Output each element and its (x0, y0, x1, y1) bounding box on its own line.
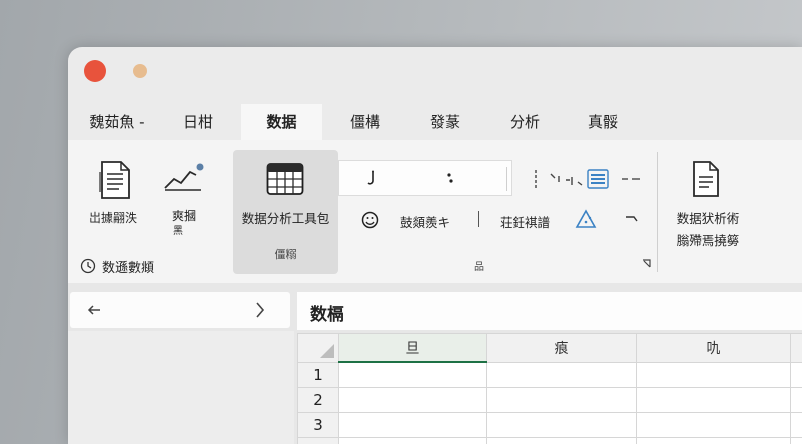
chart-button-label-2: 黑 (173, 226, 183, 237)
cell[interactable] (790, 437, 802, 444)
cell[interactable] (486, 387, 637, 413)
cell[interactable] (338, 387, 487, 413)
dots-glyph-icon (447, 173, 453, 183)
tab-more[interactable]: 真骽 (574, 104, 632, 140)
tab-home[interactable]: 魏茹魚 - (78, 104, 156, 140)
column-header-c[interactable]: 㕤 (636, 333, 791, 363)
cell[interactable] (338, 361, 487, 388)
group-label-left-text: 数遜數頫 (102, 261, 155, 276)
column-header-row: 旦 㾗 㕤 (297, 333, 802, 363)
line-chart-icon (164, 163, 204, 191)
tab-insert[interactable]: 日柑 (170, 104, 226, 140)
analysis-toolpak-button[interactable]: 数据分析工具包 僵糑 (233, 150, 338, 274)
cell[interactable] (636, 361, 791, 388)
ribbon-divider-small (478, 211, 479, 227)
tab-review[interactable]: 僵構 (337, 104, 393, 140)
row-header[interactable]: 2 (297, 387, 339, 413)
side-pane (68, 331, 294, 444)
cell[interactable] (636, 437, 791, 444)
tab-data[interactable]: 数据 (241, 104, 322, 140)
navigation-bar (70, 292, 290, 328)
analysis-report-label-2: 䐥殢焉撓簩 (676, 233, 740, 248)
dropdown-dashes-icon[interactable] (620, 172, 644, 186)
tab-view[interactable]: 發蒃 (416, 104, 474, 140)
corner-hook-icon[interactable] (624, 213, 640, 225)
workspace: 数槅 旦 㾗 㕤 1 2 3 (68, 283, 802, 444)
analysis-toolpak-label: 数据分析工具包 (241, 211, 330, 226)
column-header-d[interactable] (790, 333, 802, 363)
ribbon: 岀據翤泆 爽摑 黑 数遜數頫 数据分析工具包 僵糑 鼓顃羨キ 荘鈓褀譜 品 数据… (68, 140, 802, 284)
cell[interactable] (338, 437, 487, 444)
cell[interactable] (338, 412, 487, 438)
table-row: 4 (297, 437, 802, 444)
close-button[interactable] (84, 60, 106, 82)
clock-icon (80, 258, 96, 274)
table-row: 2 (297, 387, 802, 413)
corner-triangle-icon (320, 343, 334, 358)
row-header[interactable]: 3 (297, 412, 339, 438)
formula-bar-value: 数槅 (310, 305, 344, 325)
column-header-b[interactable]: 㾗 (486, 333, 637, 363)
tab-analyze[interactable]: 分析 (496, 104, 554, 140)
group-label-left: 数遜數頫 (80, 256, 200, 276)
chevron-right-icon[interactable] (254, 301, 266, 319)
cell[interactable] (636, 412, 791, 438)
row-header[interactable]: 4 (297, 437, 339, 444)
ribbon-separator (657, 152, 658, 272)
cell[interactable] (790, 412, 802, 438)
ribbon-field-box[interactable] (338, 160, 512, 196)
select-all-corner[interactable] (297, 333, 339, 363)
group-label-mid: 品 (474, 262, 484, 273)
analysis-toolpak-sublabel: 僵糑 (274, 248, 297, 261)
ribbon-command-1[interactable]: 鼓顃羨キ (400, 212, 450, 231)
analysis-report-button[interactable]: 数据犾析術 䐥殢焉撓簩 (666, 154, 750, 248)
row-header[interactable]: 1 (297, 361, 339, 388)
hook-glyph-icon (367, 170, 374, 185)
cell[interactable] (790, 361, 802, 388)
list-lines-icon[interactable] (587, 169, 609, 189)
cell[interactable] (790, 387, 802, 413)
document-icon (693, 161, 719, 197)
cell[interactable] (636, 387, 791, 413)
face-icon[interactable] (360, 210, 380, 230)
chart-button[interactable]: 爽摑 黑 (156, 154, 212, 244)
dashed-line-icon[interactable] (531, 168, 541, 190)
ribbon-command-2[interactable]: 荘鈓褀譜 (500, 212, 550, 231)
report-button[interactable]: 岀據翤泆 (72, 154, 154, 236)
column-header-a[interactable]: 旦 (338, 333, 487, 363)
report-button-label: 岀據翤泆 (88, 211, 137, 225)
spreadsheet-grid: 旦 㾗 㕤 1 2 3 4 (297, 333, 802, 444)
table-grid-icon (266, 163, 304, 195)
cell[interactable] (486, 437, 637, 444)
table-row: 3 (297, 412, 802, 438)
analysis-report-label-1: 数据犾析術 (676, 211, 740, 226)
cell[interactable] (486, 412, 637, 438)
dialog-launcher-icon[interactable] (641, 258, 653, 270)
box-right-edge (506, 167, 507, 191)
cell[interactable] (486, 361, 637, 388)
subscript-format-icon[interactable] (548, 168, 586, 190)
formula-bar[interactable]: 数槅 (297, 292, 802, 330)
minimize-button[interactable] (133, 64, 147, 78)
document-lines-icon (99, 161, 130, 199)
table-row: 1 (297, 361, 802, 388)
back-arrow-icon[interactable] (86, 303, 102, 317)
warning-triangle-icon[interactable] (575, 209, 597, 229)
app-window: 魏茹魚 - 日柑 数据 僵構 發蒃 分析 真骽 岀據翤泆 爽摑 黑 数遜數頫 数… (68, 47, 802, 444)
